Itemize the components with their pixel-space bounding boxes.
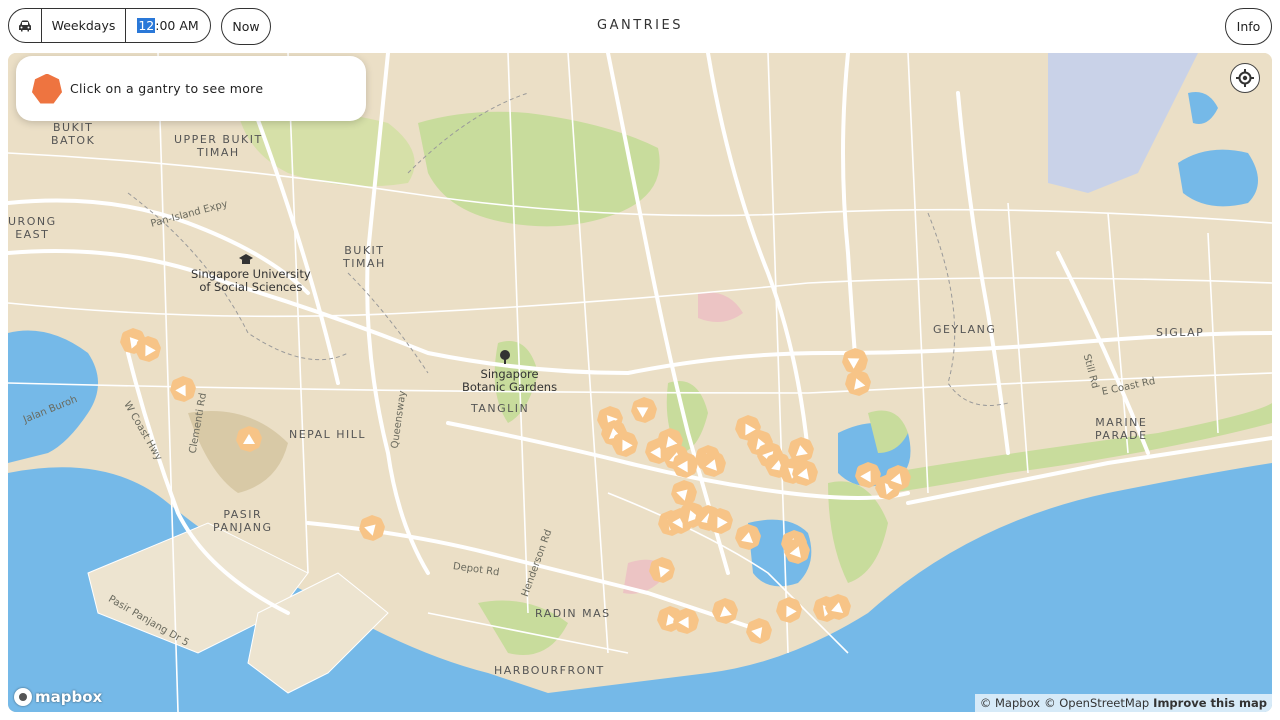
area-label-pasir-panjang: PASIR PANJANG (213, 508, 273, 534)
area-label-jurong-east: URONG EAST (8, 215, 57, 241)
area-label-upper-bukit-timah: UPPER BUKIT TIMAH (174, 133, 263, 159)
page-title: GANTRIES (597, 18, 683, 33)
improve-map-link[interactable]: Improve this map (1153, 696, 1267, 710)
time-rest: :00 AM (155, 18, 199, 33)
poi-label-botanic: Singapore Botanic Gardens (462, 367, 558, 394)
time-input[interactable]: 12:00 AM (126, 9, 210, 42)
mapbox-logo[interactable]: mapbox (14, 688, 102, 706)
area-label-bukit-batok: BUKIT BATOK (51, 121, 96, 147)
area-label-bukit-timah: BUKIT TIMAH (343, 244, 386, 270)
attribution-mapbox[interactable]: © Mapbox (980, 696, 1040, 710)
area-label-nepal-hill: NEPAL HILL (289, 428, 367, 441)
university-icon (239, 251, 253, 264)
poi-label-suss: Singapore University of Social Sciences (191, 267, 311, 294)
mapbox-logo-icon (14, 688, 32, 706)
day-type-select[interactable]: Weekdays (42, 9, 126, 42)
top-bar: Weekdays 12:00 AM Now GANTRIES Info (0, 0, 1280, 53)
time-hour[interactable]: 12 (137, 18, 156, 33)
now-button[interactable]: Now (221, 8, 271, 45)
area-label-harbourfront: HARBOURFRONT (494, 664, 605, 677)
info-card: Click on a gantry to see more (16, 56, 366, 121)
gantry-marker-icon (32, 73, 62, 104)
area-label-tanglin: TANGLIN (471, 402, 530, 415)
area-label-geylang: GEYLANG (933, 323, 997, 336)
map[interactable]: BUKIT BATOK UPPER BUKIT TIMAH URONG EAST… (8, 53, 1272, 712)
locate-icon[interactable] (1230, 63, 1260, 93)
mapbox-logo-text: mapbox (35, 688, 103, 706)
attribution: © Mapbox © OpenStreetMap Improve this ma… (974, 694, 1272, 712)
time-selector: Weekdays 12:00 AM (8, 8, 211, 43)
car-icon[interactable] (9, 9, 42, 42)
info-card-text: Click on a gantry to see more (70, 81, 264, 96)
area-label-siglap: SIGLAP (1156, 326, 1205, 339)
area-label-marine-parade: MARINE PARADE (1095, 416, 1148, 442)
attribution-osm[interactable]: © OpenStreetMap (1044, 696, 1149, 710)
garden-icon (498, 349, 512, 364)
area-label-radin-mas: RADIN MAS (535, 607, 611, 620)
info-button[interactable]: Info (1225, 8, 1272, 45)
